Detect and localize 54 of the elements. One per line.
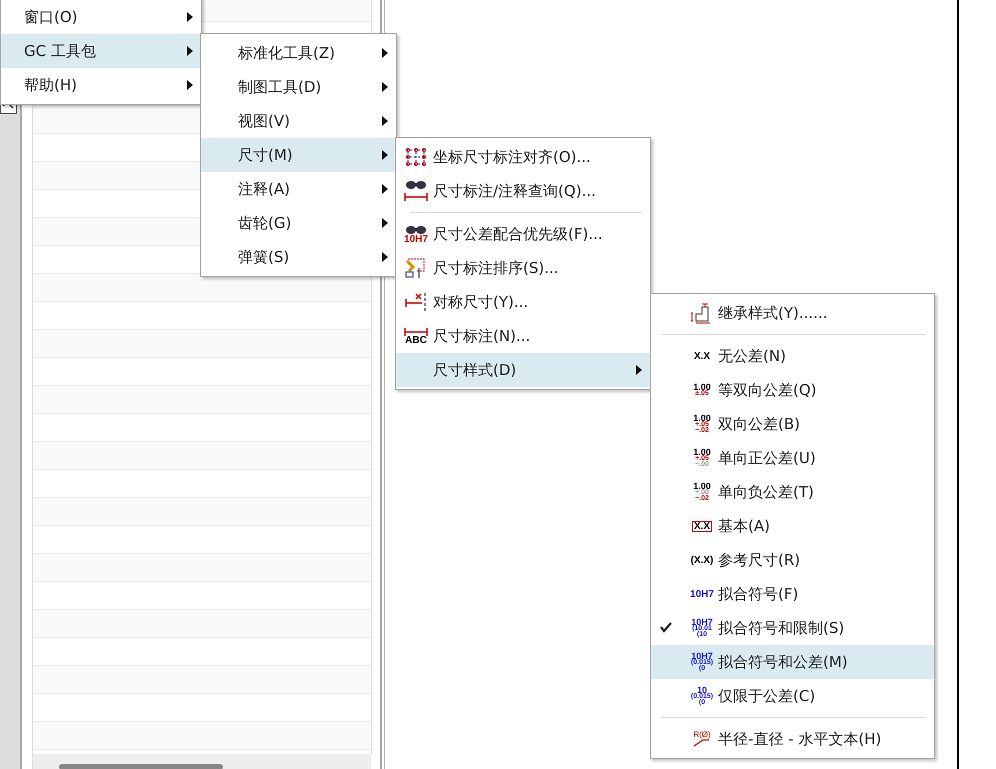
- menu-item[interactable]: 尺寸标注排序(S)...: [396, 251, 650, 285]
- icon-label: (X.X): [690, 556, 714, 564]
- menu-item[interactable]: 10H7 拟合符号(F): [651, 577, 934, 611]
- menu-item[interactable]: 坐标尺寸标注对齐(O)...: [396, 140, 650, 174]
- submenu-arrow-icon: [382, 252, 388, 262]
- menu-item[interactable]: 标准化工具(Z): [201, 36, 396, 70]
- menu-item[interactable]: 对称尺寸(Y)...: [396, 285, 650, 319]
- submenu-arrow-icon: [187, 12, 193, 22]
- menu-item[interactable]: 弹簧(S): [201, 240, 396, 274]
- icon-label: R(Ø): [693, 731, 711, 739]
- binoculars-icon: [404, 180, 428, 202]
- submenu-arrow-icon: [382, 82, 388, 92]
- submenu-arrow-icon: [382, 218, 388, 228]
- menu-item[interactable]: ABC 尺寸标注(N)...: [396, 319, 650, 353]
- submenu-arrow-icon: [382, 48, 388, 58]
- icon-label: X.X: [694, 522, 710, 530]
- menu-item[interactable]: (X.X) 参考尺寸(R): [651, 543, 934, 577]
- submenu-arrow-icon: [636, 365, 642, 375]
- icon-label: 10H7: [691, 618, 713, 626]
- menu-item[interactable]: 10H7 尺寸公差配合优先级(F)...: [396, 217, 650, 251]
- menu-item[interactable]: X.X 无公差(N): [651, 339, 934, 373]
- submenu-arrow-icon: [382, 116, 388, 126]
- icon-label: 10H7: [690, 590, 714, 598]
- submenu-arrow-icon: [382, 150, 388, 160]
- menu-item[interactable]: 帮助(H): [1, 68, 201, 102]
- icon-label: ABC: [405, 336, 427, 344]
- dimension-arrow-icon: [404, 328, 428, 336]
- menu-item[interactable]: 尺寸样式(D): [396, 353, 650, 387]
- horizontal-scrollbar[interactable]: [32, 754, 371, 769]
- icon-label: 10: [696, 686, 707, 694]
- icon-label: 1.00: [693, 482, 711, 490]
- icon-label: 10H7: [691, 652, 713, 660]
- menu-item[interactable]: 继承样式(Y)......: [651, 296, 934, 330]
- menu-item[interactable]: 尺寸(M): [201, 138, 396, 172]
- icon-label: 1.00: [693, 382, 711, 391]
- icon-label: X.X: [694, 352, 710, 360]
- icon-label: 10H7: [404, 234, 428, 244]
- symmetric-dimension-icon: [404, 291, 428, 313]
- binoculars-icon: [404, 224, 428, 234]
- menu-item[interactable]: 注释(A): [201, 172, 396, 206]
- menu-item[interactable]: 齿轮(G): [201, 206, 396, 240]
- grid-icon: [404, 146, 428, 168]
- menu-item[interactable]: 尺寸标注/注释查询(Q)...: [396, 174, 650, 208]
- icon-label: 1.00: [693, 414, 711, 422]
- menu-item[interactable]: 视图(V): [201, 104, 396, 138]
- menu-item[interactable]: 制图工具(D): [201, 70, 396, 104]
- menu-item[interactable]: GC 工具包: [1, 34, 201, 68]
- menu-item[interactable]: R(Ø) 半径-直径 - 水平文本(H): [651, 722, 934, 756]
- submenu-arrow-icon: [187, 46, 193, 56]
- menu-item[interactable]: 窗口(O): [1, 0, 201, 34]
- icon-label: 1.00: [693, 448, 711, 456]
- submenu-arrow-icon: [187, 80, 193, 90]
- submenu-arrow-icon: [382, 184, 388, 194]
- menu-item[interactable]: X.X 基本(A): [651, 509, 934, 543]
